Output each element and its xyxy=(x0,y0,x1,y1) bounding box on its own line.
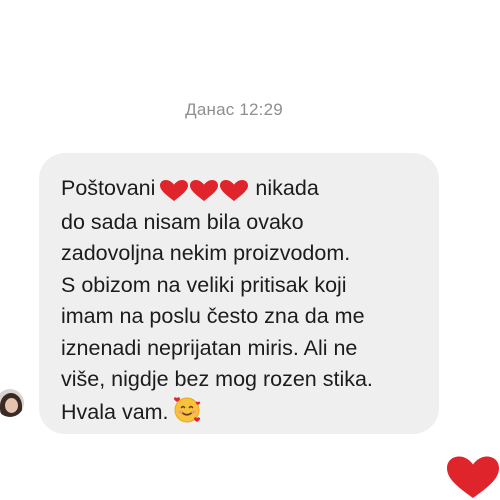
message-line: zadovoljna nekim proizvodom. xyxy=(61,241,351,265)
message-line: S obizom na veliki pritisak koji xyxy=(61,272,347,297)
message-line: Hvala vam. xyxy=(61,396,419,434)
message-line: do sada nisam bila ovako xyxy=(61,209,304,234)
smiling-face-with-hearts-icon xyxy=(173,396,201,434)
message-line: iznenadi neprijatan miris. Ali ne xyxy=(61,335,358,360)
red-hearts-icon xyxy=(159,175,249,207)
red-heart-icon[interactable] xyxy=(446,456,500,500)
message-timestamp: Данас 12:29 xyxy=(185,100,283,119)
sender-avatar[interactable] xyxy=(0,389,24,417)
message-bubble[interactable]: Poštovani nikada do sada nisam bila ovak… xyxy=(39,153,439,434)
message-line: imam na poslu često zna da me xyxy=(61,304,365,328)
message-line: više, nigdje bez mog rozen stika. xyxy=(61,367,373,391)
message-line: Poštovani nikada xyxy=(61,173,419,207)
chat-screen: Данас 12:29 Poštovani nikada do sada nis… xyxy=(0,0,500,500)
message-line-tail: nikada xyxy=(255,176,319,200)
message-greeting: Poštovani xyxy=(61,176,156,200)
message-closing: Hvala vam. xyxy=(61,399,169,424)
